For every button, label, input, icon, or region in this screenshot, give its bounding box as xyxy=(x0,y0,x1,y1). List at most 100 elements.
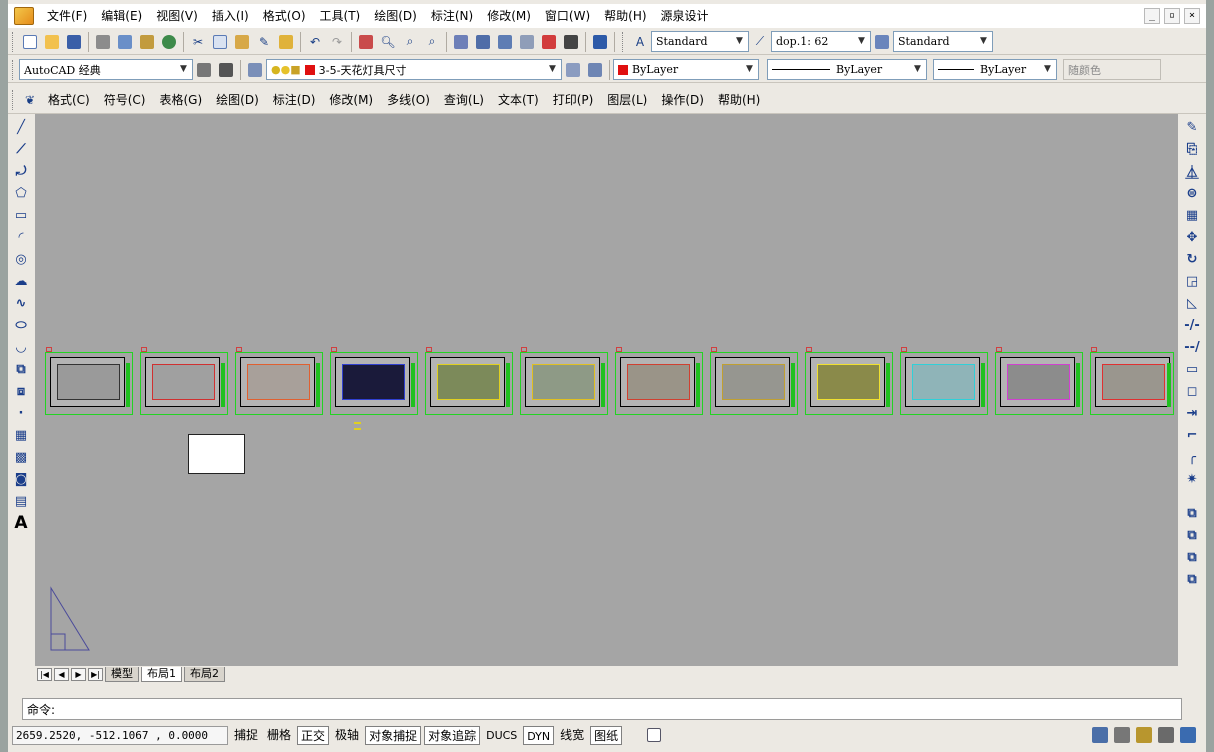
cut-icon[interactable]: ✂ xyxy=(188,32,208,52)
plot-preview-icon[interactable] xyxy=(115,32,135,52)
layout-viewport-sheet[interactable] xyxy=(330,347,418,415)
layer-properties-icon[interactable] xyxy=(245,60,265,80)
menu3-item[interactable]: 图层(L) xyxy=(600,90,654,110)
otrack-toggle[interactable]: 对象追踪 xyxy=(424,725,481,745)
ellipse-icon[interactable]: ⬭ xyxy=(10,314,32,336)
ortho-toggle[interactable]: 正交 xyxy=(297,725,330,745)
table-style-select[interactable]: Standard ▼ xyxy=(893,31,993,52)
toolbar-grip[interactable] xyxy=(12,59,15,80)
layout-viewport-sheet[interactable] xyxy=(995,347,1083,415)
zoom-window-icon[interactable]: ⌕ xyxy=(400,32,420,52)
tianzheng-logo-icon[interactable]: ❦ xyxy=(20,90,40,110)
menu-insert[interactable]: 插入(I) xyxy=(205,6,256,26)
status-menu-icon[interactable] xyxy=(1158,727,1174,743)
menu-edit[interactable]: 编辑(E) xyxy=(94,6,149,26)
dimension-style-select[interactable]: dop.1: 62 ▼ xyxy=(771,31,871,52)
tab-layout2[interactable]: 布局2 xyxy=(184,666,225,682)
erase-icon[interactable]: ✎ xyxy=(1181,116,1203,138)
break-icon[interactable]: ◻ xyxy=(1181,380,1203,402)
polyline-icon[interactable]: ⤾ xyxy=(10,160,32,182)
grid-toggle[interactable]: 栅格 xyxy=(264,726,294,745)
menu3-item[interactable]: 查询(L) xyxy=(437,90,491,110)
menu-help[interactable]: 帮助(H) xyxy=(597,6,653,26)
match-properties-icon[interactable]: ✎ xyxy=(254,32,274,52)
gradient-icon[interactable]: ▩ xyxy=(10,446,32,468)
maximize-viewport-icon[interactable] xyxy=(644,725,664,745)
publish-icon[interactable] xyxy=(137,32,157,52)
menu3-item[interactable]: 格式(C) xyxy=(41,90,97,110)
menu3-item[interactable]: 绘图(D) xyxy=(209,90,266,110)
insert-block-icon[interactable]: ⧉ xyxy=(10,358,32,380)
restore-button[interactable]: ▫ xyxy=(1164,8,1180,24)
layer-select[interactable]: ● ● ■ 3-5-天花灯具尺寸 ▼ xyxy=(266,59,562,80)
menu-format[interactable]: 格式(O) xyxy=(256,6,313,26)
fillet-icon[interactable]: ╭ xyxy=(1181,446,1203,468)
minimize-button[interactable]: _ xyxy=(1144,8,1160,24)
menu-modify[interactable]: 修改(M) xyxy=(480,6,538,26)
layout-viewport-sheet[interactable] xyxy=(1090,347,1174,415)
draw-order-front-icon[interactable]: ⧉ xyxy=(1181,502,1203,524)
menu-draw[interactable]: 绘图(D) xyxy=(367,6,424,26)
copy-icon[interactable] xyxy=(210,32,230,52)
draw-order-back-icon[interactable]: ⧉ xyxy=(1181,524,1203,546)
linetype-select[interactable]: ByLayer ▼ xyxy=(767,59,927,80)
help-icon[interactable] xyxy=(590,32,610,52)
markup-icon[interactable] xyxy=(539,32,559,52)
menu3-item[interactable]: 多线(O) xyxy=(380,90,437,110)
open-file-icon[interactable] xyxy=(42,32,62,52)
arc-icon[interactable]: ◜ xyxy=(10,226,32,248)
spline-icon[interactable]: ∿ xyxy=(10,292,32,314)
paper-toggle[interactable]: 图纸 xyxy=(590,725,623,745)
workspace-select[interactable]: AutoCAD 经典 ▼ xyxy=(19,59,193,80)
menu3-item[interactable]: 帮助(H) xyxy=(711,90,767,110)
paste-icon[interactable] xyxy=(232,32,252,52)
toolbar-grip[interactable] xyxy=(622,31,625,52)
dyn-toggle[interactable]: DYN xyxy=(523,725,555,745)
lineweight-select[interactable]: ByLayer ▼ xyxy=(933,59,1057,80)
design-center-icon[interactable] xyxy=(473,32,493,52)
trim-icon[interactable]: -/- xyxy=(1181,314,1203,336)
layer-previous-icon[interactable] xyxy=(585,60,605,80)
lock-toolbar-icon[interactable] xyxy=(1136,727,1152,743)
calculator-icon[interactable] xyxy=(561,32,581,52)
mirror-icon[interactable]: ⏅ xyxy=(1181,160,1203,182)
layout-viewport-sheet[interactable] xyxy=(45,347,133,415)
communication-center-icon[interactable] xyxy=(1092,727,1108,743)
table-icon[interactable]: ▤ xyxy=(10,490,32,512)
pan-icon[interactable] xyxy=(356,32,376,52)
redo-icon[interactable]: ↷ xyxy=(327,32,347,52)
menu-dimension[interactable]: 标注(N) xyxy=(424,6,480,26)
cad-standards-icon[interactable] xyxy=(1114,727,1130,743)
next-tab-button[interactable]: ▶ xyxy=(71,667,86,681)
zoom-realtime-icon[interactable]: 🔍︎ xyxy=(378,32,398,52)
extend-icon[interactable]: --/ xyxy=(1181,336,1203,358)
dimension-style-icon[interactable]: ⟋ xyxy=(750,32,770,52)
command-input[interactable]: 命令: xyxy=(22,698,1182,720)
design-web-icon[interactable] xyxy=(159,32,179,52)
construction-line-icon[interactable]: ⟋ xyxy=(10,138,32,160)
point-icon[interactable]: · xyxy=(10,402,32,424)
break-at-point-icon[interactable]: ▭ xyxy=(1181,358,1203,380)
blank-viewport-box[interactable] xyxy=(188,434,245,474)
menu3-item[interactable]: 符号(C) xyxy=(97,90,153,110)
toolbar-grip[interactable] xyxy=(12,89,15,110)
layout-viewport-sheet[interactable] xyxy=(900,347,988,415)
copy-object-icon[interactable]: ⎘ xyxy=(1181,138,1203,160)
revision-cloud-icon[interactable]: ☁ xyxy=(10,270,32,292)
zoom-previous-icon[interactable]: ⌕ xyxy=(422,32,442,52)
layout-viewport-sheet[interactable] xyxy=(140,347,228,415)
new-file-icon[interactable] xyxy=(20,32,40,52)
menu3-item[interactable]: 标注(D) xyxy=(266,90,323,110)
block-editor-icon[interactable] xyxy=(276,32,296,52)
undo-icon[interactable]: ↶ xyxy=(305,32,325,52)
text-style-select[interactable]: Standard ▼ xyxy=(651,31,749,52)
workspace-save-icon[interactable] xyxy=(216,60,236,80)
menu3-item[interactable]: 操作(D) xyxy=(654,90,711,110)
table-style-icon[interactable] xyxy=(872,32,892,52)
send-under-icon[interactable]: ⧉ xyxy=(1181,568,1203,590)
layout-viewport-sheet[interactable] xyxy=(235,347,323,415)
sheet-set-icon[interactable] xyxy=(517,32,537,52)
snap-toggle[interactable]: 捕捉 xyxy=(231,726,261,745)
menu3-item[interactable]: 修改(M) xyxy=(322,90,380,110)
make-current-layer-icon[interactable] xyxy=(563,60,583,80)
